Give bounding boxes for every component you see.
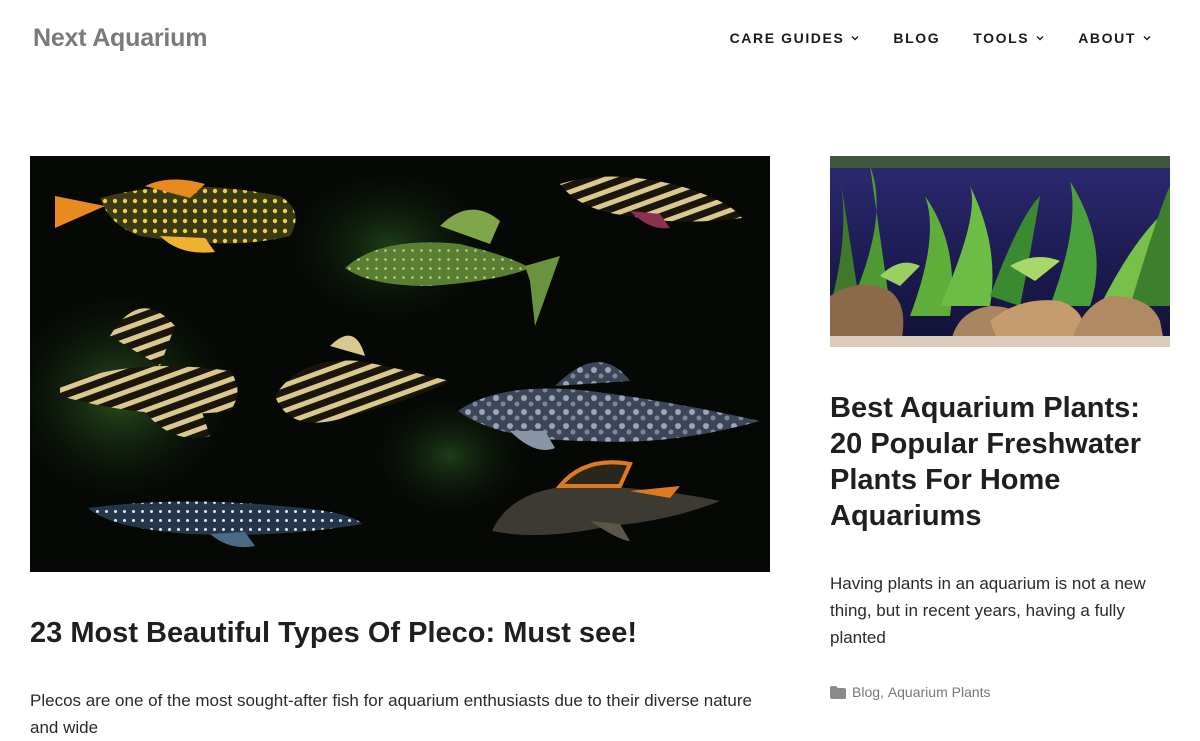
chevron-down-icon: [1035, 33, 1045, 43]
side-post-title[interactable]: Best Aquarium Plants: 20 Popular Freshwa…: [830, 390, 1170, 534]
site-title-link[interactable]: Next Aquarium: [33, 22, 207, 54]
chevron-down-icon: [850, 33, 860, 43]
post-categories: Blog , Aquarium Plants: [830, 684, 991, 700]
category-separator: ,: [880, 684, 888, 700]
nav-label: BLOG: [893, 30, 941, 46]
side-post-excerpt: Having plants in an aquarium is not a ne…: [830, 574, 1146, 647]
category-link-aquarium-plants[interactable]: Aquarium Plants: [888, 684, 991, 700]
aquarium-plants-featured-image[interactable]: [830, 156, 1170, 347]
site-header: Next Aquarium CARE GUIDES BLOG TOOLS ABO…: [0, 0, 1200, 76]
folder-icon: [830, 685, 846, 699]
nav-label: TOOLS: [973, 30, 1030, 46]
nav-label: CARE GUIDES: [729, 30, 845, 46]
main-post-excerpt: Plecos are one of the most sought-after …: [30, 691, 752, 737]
chevron-down-icon: [1142, 33, 1152, 43]
main-nav: CARE GUIDES BLOG TOOLS ABOUT: [730, 0, 1152, 76]
nav-item-blog[interactable]: BLOG: [893, 30, 940, 46]
pleco-featured-image[interactable]: [30, 156, 770, 572]
nav-item-care-guides[interactable]: CARE GUIDES: [730, 30, 861, 46]
nav-label: ABOUT: [1078, 30, 1136, 46]
nav-item-about[interactable]: ABOUT: [1078, 30, 1152, 46]
category-link-blog[interactable]: Blog: [852, 684, 880, 700]
nav-item-tools[interactable]: TOOLS: [973, 30, 1045, 46]
main-post-title[interactable]: 23 Most Beautiful Types Of Pleco: Must s…: [30, 614, 770, 652]
